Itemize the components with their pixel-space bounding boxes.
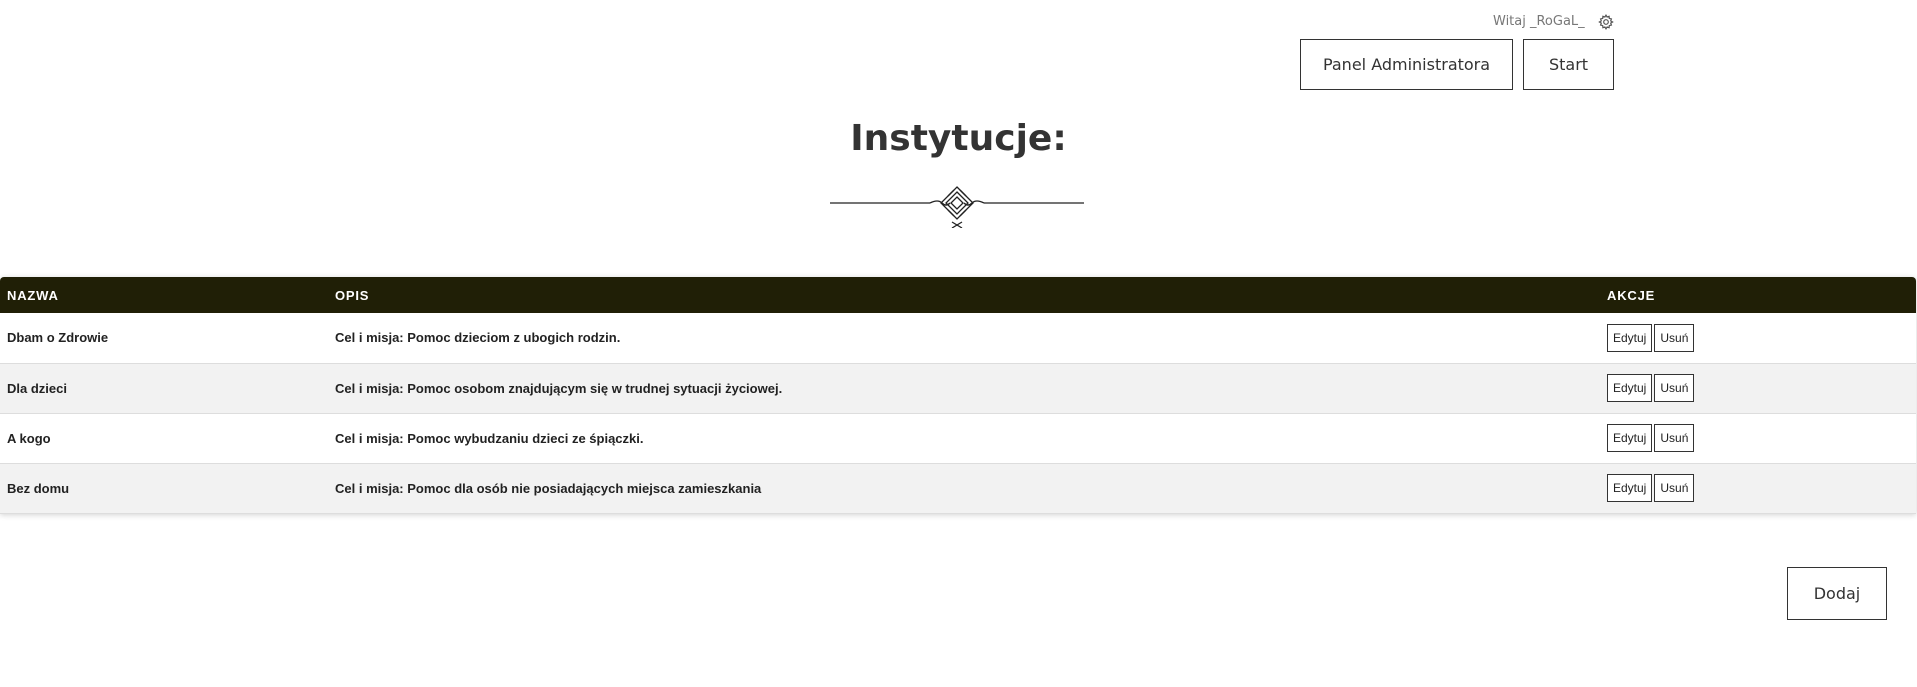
institution-name: A kogo: [7, 430, 51, 446]
table-row: Dla dzieci Cel i misja: Pomoc osobom zna…: [0, 363, 1916, 413]
column-header-actions: AKCJE: [1607, 287, 1656, 303]
table-header-row: NAZWA OPIS AKCJE: [0, 277, 1916, 313]
edit-button[interactable]: Edytuj: [1607, 474, 1653, 502]
institution-name: Bez domu: [7, 480, 70, 496]
row-actions: Edytuj Usuń: [1600, 463, 1916, 513]
institutions-table: NAZWA OPIS AKCJE Dbam o Zdrowie Cel i mi…: [0, 277, 1916, 514]
top-bar: Witaj _RoGaL_ Panel Administratora Start: [0, 0, 1917, 100]
row-actions: Edytuj Usuń: [1600, 313, 1916, 363]
add-button[interactable]: Dodaj: [1787, 567, 1887, 620]
column-header-description: OPIS: [335, 287, 370, 303]
page-title: Instytucje:: [850, 118, 1067, 159]
delete-button[interactable]: Usuń: [1654, 374, 1695, 402]
table-row: Dbam o Zdrowie Cel i misja: Pomoc dzieci…: [0, 313, 1916, 363]
start-button[interactable]: Start: [1523, 39, 1614, 90]
institution-description: Cel i misja: Pomoc dla osób nie posiadaj…: [335, 480, 762, 496]
edit-button[interactable]: Edytuj: [1607, 424, 1653, 452]
institution-description: Cel i misja: Pomoc wybudzaniu dzieci ze …: [335, 430, 644, 446]
ornament-divider-icon: [830, 184, 1084, 229]
table-row: A kogo Cel i misja: Pomoc wybudzaniu dzi…: [0, 413, 1916, 463]
admin-panel-button[interactable]: Panel Administratora: [1300, 39, 1513, 90]
institution-name: Dla dzieci: [7, 380, 67, 396]
institution-description: Cel i misja: Pomoc osobom znajdującym si…: [335, 380, 783, 396]
user-greeting: Witaj _RoGaL_: [1493, 14, 1585, 29]
gear-icon[interactable]: [1598, 14, 1614, 30]
column-header-name: NAZWA: [7, 287, 59, 303]
edit-button[interactable]: Edytuj: [1607, 374, 1653, 402]
table-row: Bez domu Cel i misja: Pomoc dla osób nie…: [0, 463, 1916, 513]
delete-button[interactable]: Usuń: [1654, 474, 1695, 502]
row-actions: Edytuj Usuń: [1600, 413, 1916, 463]
institution-name: Dbam o Zdrowie: [7, 330, 109, 346]
delete-button[interactable]: Usuń: [1654, 323, 1695, 352]
delete-button[interactable]: Usuń: [1654, 424, 1695, 452]
institution-description: Cel i misja: Pomoc dzieciom z ubogich ro…: [335, 330, 621, 346]
row-actions: Edytuj Usuń: [1600, 363, 1916, 413]
edit-button[interactable]: Edytuj: [1607, 323, 1653, 352]
